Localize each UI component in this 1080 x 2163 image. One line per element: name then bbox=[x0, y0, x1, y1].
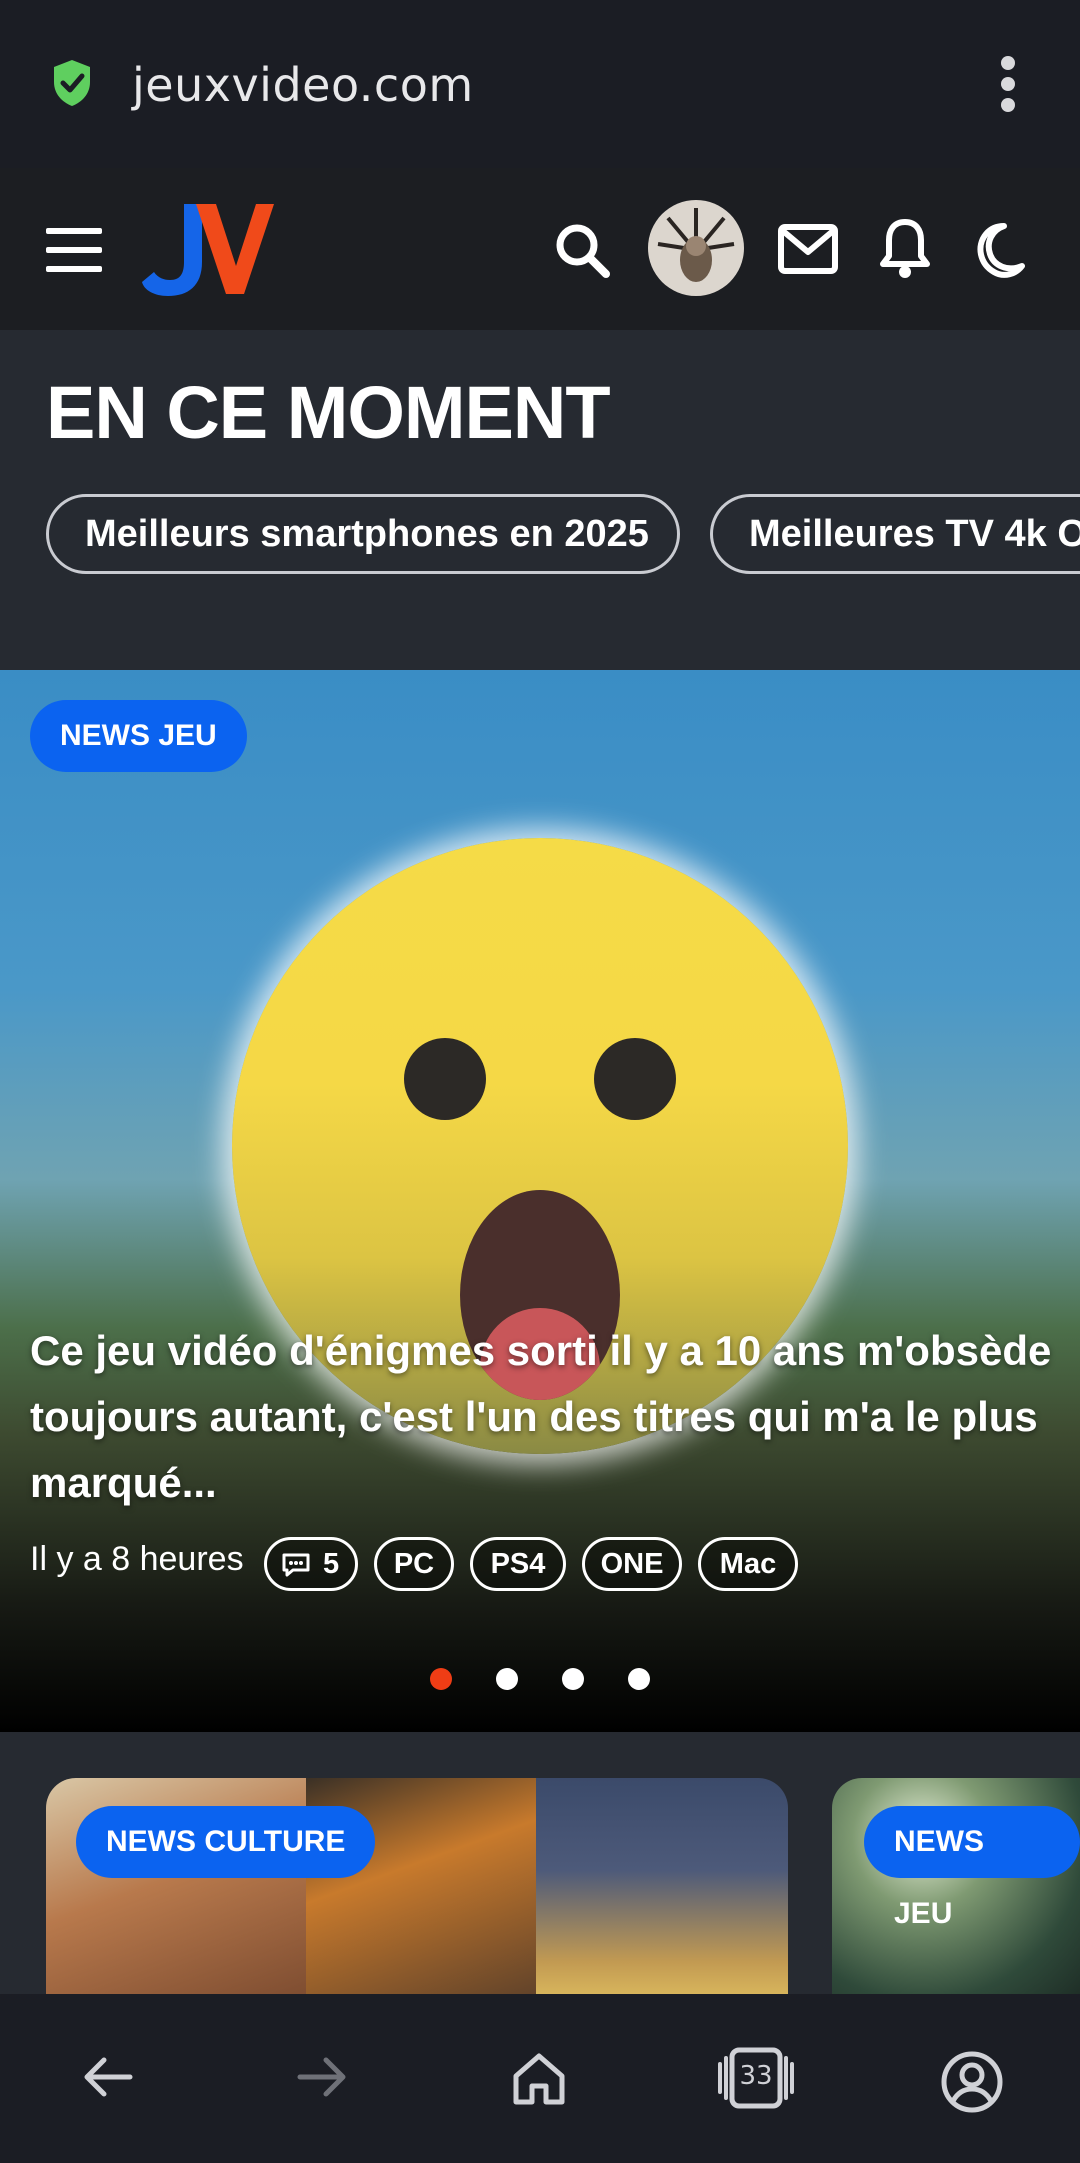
jv-logo[interactable] bbox=[140, 200, 275, 300]
card-image-panel bbox=[536, 1778, 788, 2008]
hero-time: Il y a 8 heures bbox=[30, 1540, 244, 1578]
section-heading: EN CE MOMENT bbox=[46, 371, 611, 454]
hero-title[interactable]: Ce jeu vidéo d'énigmes sorti il y a 10 a… bbox=[30, 1318, 1060, 1516]
moon-icon[interactable] bbox=[974, 222, 1030, 278]
home-icon[interactable] bbox=[510, 2050, 568, 2108]
platform-badge[interactable]: ONE bbox=[582, 1537, 682, 1591]
hero-tag: NEWS JEU bbox=[30, 700, 247, 772]
platform-badge[interactable]: PS4 bbox=[470, 1537, 566, 1591]
emoji-eye bbox=[594, 1038, 676, 1120]
carousel-dot[interactable] bbox=[562, 1668, 584, 1690]
back-icon[interactable] bbox=[80, 2050, 134, 2104]
tab-count: 33 bbox=[739, 2061, 773, 2091]
card-tag: NEWS CULTURE bbox=[76, 1806, 376, 1878]
more-vert-icon[interactable] bbox=[996, 56, 1020, 112]
avatar[interactable] bbox=[648, 200, 744, 296]
account-icon[interactable] bbox=[940, 2050, 1004, 2114]
carousel-dot[interactable] bbox=[628, 1668, 650, 1690]
carousel-dot[interactable] bbox=[430, 1668, 452, 1690]
bell-icon[interactable] bbox=[880, 216, 930, 280]
forward-icon bbox=[297, 2057, 346, 2097]
comment-count: 5 bbox=[323, 1548, 340, 1580]
platform-badge[interactable]: PC bbox=[374, 1537, 454, 1591]
trending-chip[interactable]: Meilleures TV 4k O bbox=[710, 494, 1080, 574]
search-icon[interactable] bbox=[554, 222, 610, 278]
emoji-eye bbox=[404, 1038, 486, 1120]
card-tag: NEWS JEU bbox=[864, 1806, 1080, 1930]
menu-icon[interactable] bbox=[46, 228, 102, 272]
platform-badge[interactable]: Mac bbox=[698, 1537, 798, 1591]
mail-icon[interactable] bbox=[778, 224, 838, 274]
trending-chip[interactable]: Meilleurs smartphones en 2025 bbox=[46, 494, 680, 574]
carousel-dot[interactable] bbox=[496, 1668, 518, 1690]
comment-icon bbox=[282, 1553, 310, 1577]
shield-check-icon[interactable] bbox=[50, 58, 94, 108]
comment-count-badge[interactable]: 5 bbox=[264, 1537, 358, 1591]
url-text[interactable]: jeuxvideo.com bbox=[132, 58, 474, 112]
